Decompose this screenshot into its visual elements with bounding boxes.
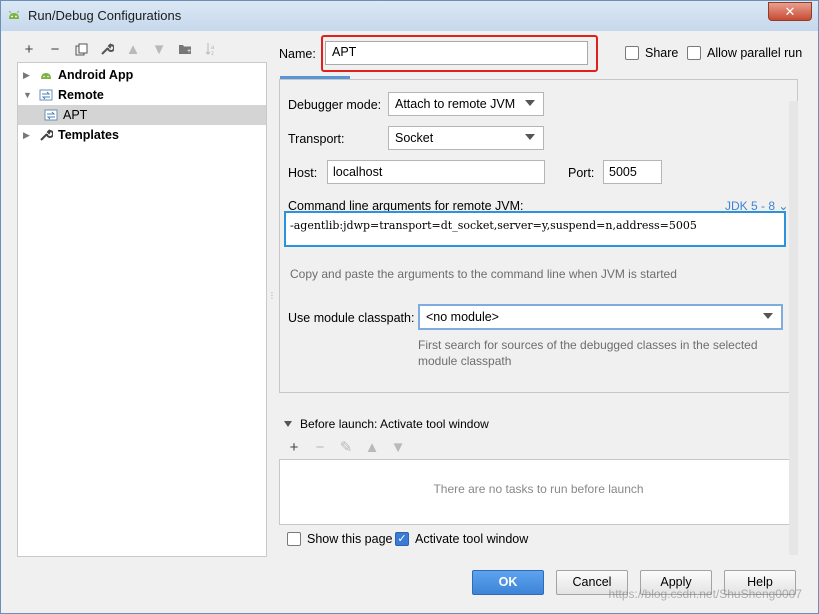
add-icon[interactable]: + bbox=[19, 39, 39, 59]
chevron-down-icon bbox=[525, 100, 535, 106]
tree-item-label: Templates bbox=[58, 128, 119, 142]
window-title: Run/Debug Configurations bbox=[28, 8, 182, 23]
config-toolbar: + − ▲ ▼ + az bbox=[19, 39, 221, 59]
host-input[interactable]: localhost bbox=[327, 160, 545, 184]
before-launch-title: Before launch: Activate tool window bbox=[300, 417, 489, 431]
port-label: Port: bbox=[568, 166, 595, 180]
module-classpath-label: Use module classpath: bbox=[288, 311, 415, 325]
module-hint-line1: First search for sources of the debugged… bbox=[418, 338, 758, 352]
expand-arrow-icon[interactable]: ▶ bbox=[23, 70, 33, 81]
show-this-page-checkbox[interactable]: Show this page bbox=[287, 532, 392, 546]
tree-item-label: Remote bbox=[58, 88, 104, 102]
debugger-mode-select[interactable]: Attach to remote JVM bbox=[388, 92, 544, 116]
copy-icon[interactable] bbox=[71, 39, 91, 59]
tree-item-remote[interactable]: ▼ Remote bbox=[18, 85, 266, 105]
android-studio-icon bbox=[9, 10, 19, 19]
before-launch-header[interactable]: Before launch: Activate tool window bbox=[284, 417, 489, 431]
share-checkbox[interactable]: Share bbox=[625, 46, 678, 60]
port-input[interactable]: 5005 bbox=[603, 160, 662, 184]
folder-icon[interactable]: + bbox=[175, 39, 195, 59]
sort-icon[interactable]: az bbox=[201, 39, 221, 59]
expand-arrow-icon[interactable]: ▶ bbox=[23, 130, 33, 141]
debugger-mode-value: Attach to remote JVM bbox=[395, 97, 516, 111]
tree-item-apt[interactable]: APT bbox=[18, 105, 266, 125]
cmd-args-hint: Copy and paste the arguments to the comm… bbox=[290, 267, 677, 281]
tree-item-label: APT bbox=[63, 108, 88, 122]
remove-icon[interactable]: − bbox=[45, 39, 65, 59]
config-tree: ▶ Android App ▼ Remote APT ▶ Templates bbox=[17, 62, 267, 557]
add-task-icon[interactable]: + bbox=[285, 437, 303, 457]
name-highlight-box bbox=[321, 35, 598, 72]
move-up-icon[interactable]: ▲ bbox=[123, 39, 143, 59]
ok-button[interactable]: OK bbox=[472, 570, 544, 595]
name-label: Name: bbox=[279, 47, 316, 61]
empty-tasks-text: There are no tasks to run before launch bbox=[433, 482, 644, 496]
tree-item-label: Android App bbox=[58, 68, 134, 82]
tree-item-templates[interactable]: ▶ Templates bbox=[18, 125, 266, 145]
chevron-down-icon bbox=[763, 313, 773, 319]
edit-task-icon[interactable]: ✎ bbox=[337, 437, 355, 457]
android-icon bbox=[38, 67, 54, 83]
activate-tool-window-label: Activate tool window bbox=[415, 532, 529, 546]
dialog-body: + − ▲ ▼ + az ▶ Android App ▼ Remote APT … bbox=[9, 31, 810, 607]
run-debug-dialog: Run/Debug Configurations ✕ + − ▲ ▼ + az bbox=[0, 0, 819, 614]
collapse-triangle-icon[interactable] bbox=[284, 421, 292, 427]
checkbox-box[interactable] bbox=[687, 46, 701, 60]
svg-text:z: z bbox=[211, 51, 214, 56]
module-hint-line2: module classpath bbox=[418, 354, 512, 368]
remove-task-icon[interactable]: − bbox=[311, 437, 329, 457]
share-label: Share bbox=[645, 46, 679, 60]
transport-select[interactable]: Socket bbox=[388, 126, 544, 150]
module-classpath-select[interactable]: <no module> bbox=[418, 304, 783, 330]
module-classpath-value: <no module> bbox=[426, 310, 499, 324]
wrench-icon bbox=[38, 127, 54, 143]
move-task-up-icon[interactable]: ▲ bbox=[363, 437, 381, 457]
activate-tool-window-checkbox[interactable]: ✓ Activate tool window bbox=[395, 532, 528, 546]
allow-parallel-label: Allow parallel run bbox=[707, 46, 803, 60]
move-task-down-icon[interactable]: ▼ bbox=[389, 437, 407, 457]
wrench-icon[interactable] bbox=[97, 39, 117, 59]
splitter-handle[interactable]: ⋮ bbox=[268, 291, 276, 303]
before-launch-toolbar: + − ✎ ▲ ▼ bbox=[285, 437, 407, 457]
transport-value: Socket bbox=[395, 131, 434, 145]
collapse-arrow-icon[interactable]: ▼ bbox=[23, 90, 33, 100]
close-button[interactable]: ✕ bbox=[768, 2, 812, 21]
watermark-text: https://blog.csdn.net/ShuSheng0007 bbox=[608, 587, 802, 601]
checkbox-box[interactable] bbox=[625, 46, 639, 60]
transport-label: Transport: bbox=[288, 132, 345, 146]
show-this-page-label: Show this page bbox=[307, 532, 393, 546]
allow-parallel-checkbox[interactable]: Allow parallel run bbox=[687, 46, 802, 60]
chevron-down-icon bbox=[525, 134, 535, 140]
svg-text:+: + bbox=[187, 48, 191, 55]
cmd-args-field[interactable]: -agentlib:jdwp=transport=dt_socket,serve… bbox=[284, 211, 786, 247]
tree-item-android-app[interactable]: ▶ Android App bbox=[18, 65, 266, 85]
checkmark-icon[interactable]: ✓ bbox=[395, 532, 409, 546]
vertical-scrollbar[interactable] bbox=[789, 101, 798, 555]
move-down-icon[interactable]: ▼ bbox=[149, 39, 169, 59]
host-label: Host: bbox=[288, 166, 318, 180]
title-bar: Run/Debug Configurations ✕ bbox=[1, 1, 818, 31]
remote-icon bbox=[38, 87, 54, 103]
remote-config-icon bbox=[43, 107, 59, 123]
debugger-mode-label: Debugger mode: bbox=[288, 98, 382, 112]
before-launch-tasks-list: There are no tasks to run before launch bbox=[279, 459, 798, 525]
checkbox-box[interactable] bbox=[287, 532, 301, 546]
